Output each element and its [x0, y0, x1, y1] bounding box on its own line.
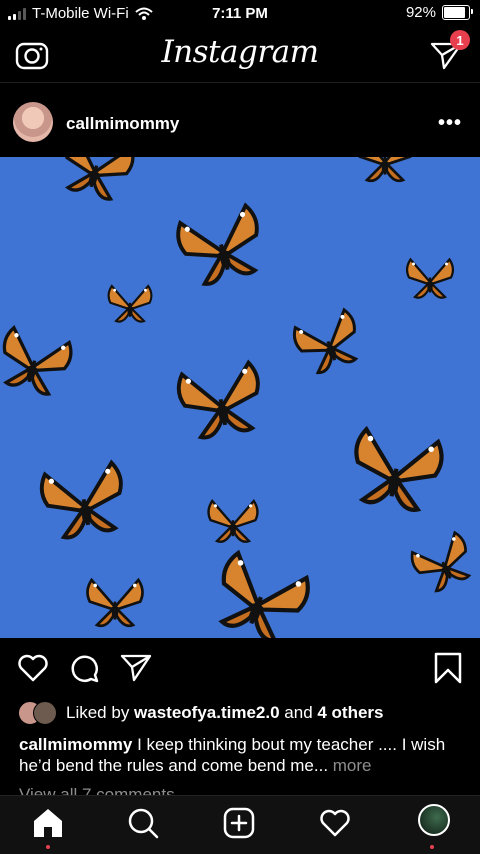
- post-actions: [0, 648, 480, 692]
- activity-heart-icon[interactable]: [318, 806, 352, 840]
- likes-row[interactable]: Liked by wasteofya.time2.0 and 4 others: [18, 700, 384, 726]
- home-activity-dot: [46, 845, 50, 849]
- caption-username[interactable]: callmimommy: [19, 735, 132, 754]
- add-post-icon[interactable]: [222, 806, 256, 840]
- dm-notification-badge: 1: [450, 30, 470, 50]
- comment-icon[interactable]: [69, 652, 101, 684]
- post-image[interactable]: [0, 157, 480, 638]
- liker-avatars: [18, 701, 58, 725]
- liker-username[interactable]: wasteofya.time2.0: [134, 703, 280, 723]
- bookmark-icon[interactable]: [432, 652, 464, 684]
- search-icon[interactable]: [126, 806, 160, 840]
- butterflies-illustration: [0, 157, 480, 638]
- battery-percent: 92%: [405, 4, 436, 21]
- app-header: Instagram 1: [0, 28, 480, 83]
- likes-others[interactable]: 4 others: [317, 703, 383, 723]
- instagram-logo: Instagram: [161, 34, 319, 70]
- likes-middle: and: [279, 703, 318, 722]
- battery-group: 92%: [405, 4, 473, 21]
- profile-activity-dot: [430, 845, 434, 849]
- home-icon[interactable]: [31, 806, 65, 840]
- caption-more-link[interactable]: more: [328, 756, 372, 775]
- liker-avatar: [33, 701, 57, 725]
- status-bar: T-Mobile Wi-Fi 7:11 PM 92%: [0, 0, 480, 28]
- battery-icon: [442, 5, 473, 20]
- likes-prefix: Liked by: [66, 703, 135, 722]
- bottom-tab-bar: [0, 795, 480, 854]
- share-icon[interactable]: [120, 652, 152, 684]
- profile-avatar[interactable]: [418, 804, 450, 836]
- more-options-icon[interactable]: •••: [438, 112, 462, 135]
- post-header: callmimommy •••: [0, 92, 480, 152]
- post-author-username[interactable]: callmimommy: [66, 114, 179, 134]
- post-author-avatar[interactable]: [13, 102, 53, 142]
- heart-icon[interactable]: [17, 652, 49, 684]
- post-caption: callmimommy I keep thinking bout my teac…: [19, 734, 452, 776]
